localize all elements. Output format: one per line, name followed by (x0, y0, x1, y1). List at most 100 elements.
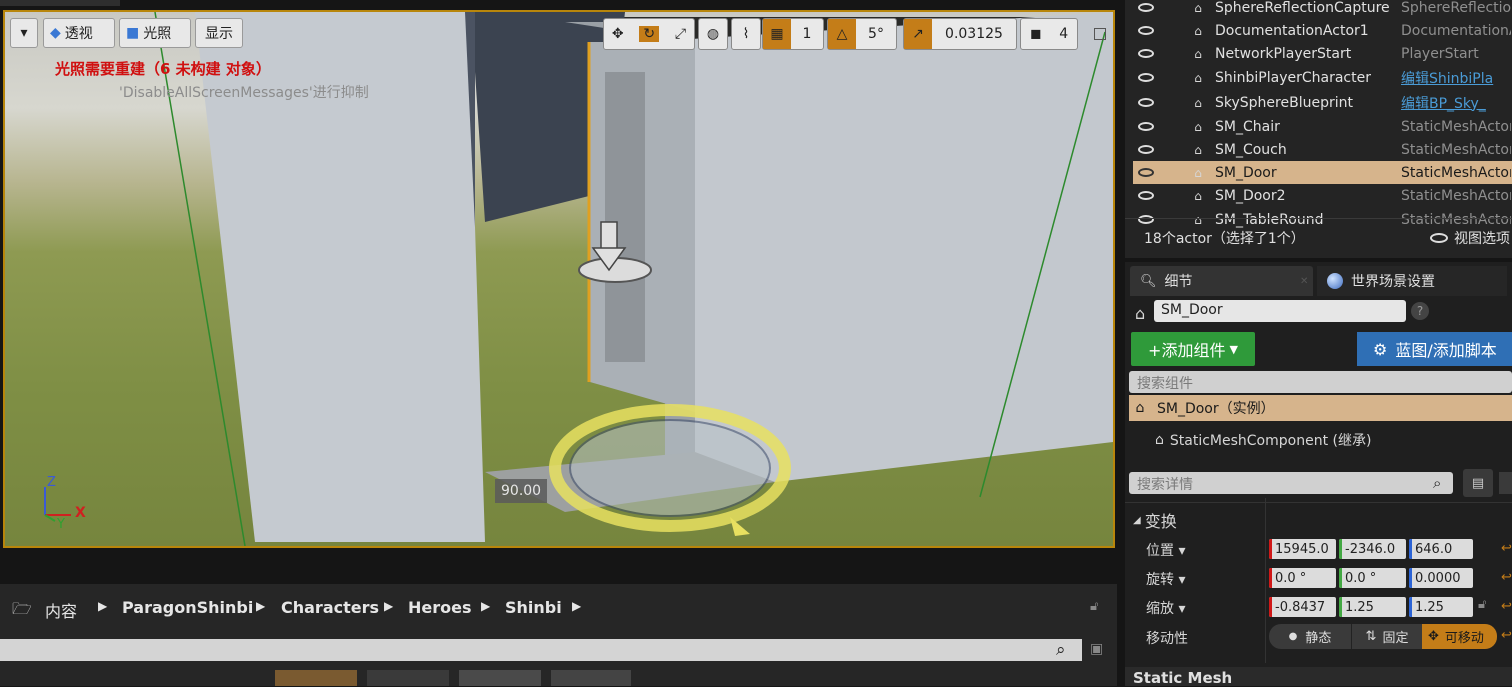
asset-thumbnail[interactable] (275, 670, 357, 686)
mobility-movable-option[interactable]: ✥ 可移动 (1422, 624, 1497, 649)
breadcrumb-separator-icon[interactable]: ▶ (384, 599, 393, 613)
component-root-row[interactable]: ⌂ SM_Door（实例） (1129, 395, 1512, 421)
surface-snap-toggle[interactable]: ⌇ (731, 18, 761, 50)
viewport-options-button[interactable]: ▾ (10, 18, 38, 48)
scale-snap-value[interactable]: 0.03125 (932, 26, 1016, 42)
edit-blueprint-link[interactable]: 编辑ShinbiPla (1401, 68, 1511, 88)
outliner-row[interactable]: ⌂ SM_Door StaticMeshActor (1133, 161, 1512, 184)
tab-world-settings[interactable]: 世界场景设置 (1317, 266, 1507, 296)
lock-scale-icon[interactable]: 🔓︎ (1478, 597, 1486, 612)
blueprint-add-script-button[interactable]: ⚙ 蓝图/添加脚本 (1357, 332, 1512, 366)
rotation-y-field[interactable]: 0.0 ° (1339, 568, 1406, 588)
camera-speed-button[interactable]: ◼ 4 (1020, 18, 1078, 50)
grid-snap-value[interactable]: 1 (791, 26, 823, 42)
location-y-field[interactable]: -2346.0 (1339, 539, 1406, 559)
visibility-eye-icon[interactable] (1133, 189, 1159, 203)
visibility-eye-icon[interactable] (1133, 96, 1159, 110)
rotation-x-field[interactable]: 0.0 ° (1269, 568, 1336, 588)
visibility-eye-icon[interactable] (1133, 166, 1159, 180)
breadcrumb-separator-icon[interactable]: ▶ (98, 599, 107, 613)
asset-thumbnail[interactable] (551, 670, 631, 686)
rotation-snap-value[interactable]: 5° (856, 26, 896, 42)
lighting-mode-button[interactable]: ■ 光照 (119, 18, 191, 48)
tab-details[interactable]: 🔍︎ 细节 ✕ (1130, 266, 1313, 296)
visibility-eye-icon[interactable] (1133, 213, 1159, 227)
rotation-label[interactable]: 旋转 ▾ (1146, 569, 1185, 589)
property-matrix-button[interactable]: ▤ (1463, 469, 1493, 497)
breadcrumb-separator-icon[interactable]: ▶ (481, 599, 490, 613)
edit-blueprint-link[interactable]: 编辑BP_Sky_ (1401, 93, 1511, 113)
surface-snap-icon: ⌇ (742, 26, 750, 42)
grid-snap-group: ▦ 1 (762, 18, 824, 50)
visibility-eye-icon[interactable] (1133, 143, 1159, 157)
search-components-input[interactable]: 搜索组件 (1129, 371, 1512, 393)
static-mesh-icon: ⌂ (1155, 432, 1164, 448)
angle-snap-icon[interactable]: △ (828, 19, 856, 49)
visibility-eye-icon[interactable] (1133, 1, 1159, 15)
maximize-viewport-icon[interactable] (1094, 28, 1106, 40)
visibility-eye-icon[interactable] (1133, 71, 1159, 85)
globe-icon: ◍ (706, 26, 720, 42)
world-local-toggle[interactable]: ◍ (698, 18, 728, 50)
outliner-row[interactable]: ⌂ SkySphereBlueprint 编辑BP_Sky_ (1133, 91, 1512, 114)
asset-thumbnail[interactable] (367, 670, 449, 686)
asset-search-input[interactable] (0, 639, 1082, 661)
transform-section-header[interactable]: ◢ 变换 (1133, 508, 1177, 532)
lock-icon[interactable]: 🔓︎ (1090, 599, 1098, 614)
outliner-row[interactable]: ⌂ SM_Couch StaticMeshActor (1133, 138, 1512, 161)
grid-snap-icon[interactable]: ▦ (763, 19, 791, 49)
details-panel: 🔍︎ 细节 ✕ 世界场景设置 ⌂ SM_Door ? +添加组件 ▼ ⚙ 蓝图/… (1125, 262, 1512, 687)
location-z-field[interactable]: 646.0 (1409, 539, 1473, 559)
add-component-button[interactable]: +添加组件 ▼ (1131, 332, 1255, 366)
translate-tool-icon[interactable]: ✥ (612, 26, 624, 42)
location-x-field[interactable]: 15945.0 (1269, 539, 1336, 559)
scale-snap-icon[interactable]: ↗ (904, 19, 932, 49)
mobility-static-option[interactable]: ● 静态 (1269, 624, 1351, 649)
visibility-eye-icon[interactable] (1133, 120, 1159, 134)
visibility-eye-icon[interactable] (1133, 47, 1159, 61)
rotate-tool-icon[interactable]: ↻ (639, 26, 660, 42)
rotation-z-field[interactable]: 0.0000 (1409, 568, 1473, 588)
reset-rotation-icon[interactable]: ↩ (1501, 570, 1512, 585)
eye-icon (1430, 233, 1448, 243)
breadcrumb-separator-icon[interactable]: ▶ (572, 599, 581, 613)
outliner-row[interactable]: ⌂ SM_Chair StaticMeshActor (1133, 115, 1512, 138)
breadcrumb-paragonshinbi[interactable]: ParagonShinbi (122, 598, 253, 617)
visibility-eye-icon[interactable] (1133, 24, 1159, 38)
outliner-row[interactable]: ⌂ ShinbiPlayerCharacter 编辑ShinbiPla (1133, 66, 1512, 89)
actor-type-icon: ⌂ (1194, 23, 1202, 38)
scale-y-field[interactable]: 1.25 (1339, 597, 1406, 617)
component-static-mesh-row[interactable]: ⌂ StaticMeshComponent (继承) (1155, 430, 1371, 450)
help-icon[interactable]: ? (1411, 302, 1429, 320)
outliner-row[interactable]: ⌂ SphereReflectionCapture SphereReflection… (1133, 0, 1512, 19)
mobility-stationary-option[interactable]: ⇅ 固定 (1351, 624, 1422, 649)
tab-close-icon[interactable]: ✕ (1300, 276, 1308, 287)
breadcrumb-heroes[interactable]: Heroes (408, 598, 472, 617)
scale-z-field[interactable]: 1.25 (1409, 597, 1473, 617)
eye-filter-button[interactable] (1499, 472, 1512, 494)
reset-scale-icon[interactable]: ↩ (1501, 599, 1512, 614)
static-mesh-section-header[interactable]: Static Mesh (1125, 667, 1512, 687)
level-viewport[interactable]: ▾ ◆ 透视 ■ 光照 显示 光照需要重建（6 未构建 对象） 'Disable… (3, 10, 1115, 548)
scale-label[interactable]: 缩放 ▾ (1146, 598, 1185, 618)
save-icon[interactable]: ▣ (1090, 641, 1103, 657)
breadcrumb-shinbi[interactable]: Shinbi (505, 598, 562, 617)
outliner-row[interactable]: ⌂ NetworkPlayerStart PlayerStart (1133, 42, 1512, 65)
breadcrumb-separator-icon[interactable]: ▶ (256, 599, 265, 613)
breadcrumb-characters[interactable]: Characters (281, 598, 379, 617)
view-options-button[interactable]: 视图选项 (1430, 228, 1510, 248)
column-splitter (1265, 498, 1266, 663)
location-label[interactable]: 位置 ▾ (1146, 540, 1185, 560)
show-menu-button[interactable]: 显示 (195, 18, 243, 48)
perspective-button[interactable]: ◆ 透视 (43, 18, 115, 48)
reset-location-icon[interactable]: ↩ (1501, 541, 1512, 556)
outliner-row[interactable]: ⌂ SM_Door2 StaticMeshActor (1133, 184, 1512, 207)
actor-name-field[interactable]: SM_Door (1154, 300, 1406, 322)
scale-x-field[interactable]: -0.8437 (1269, 597, 1336, 617)
outliner-row[interactable]: ⌂ DocumentationActor1 DocumentationActor (1133, 19, 1512, 42)
asset-thumbnail[interactable] (459, 670, 541, 686)
scale-tool-icon[interactable]: ⤢ (675, 26, 686, 42)
reset-mobility-icon[interactable]: ↩ (1501, 628, 1512, 643)
breadcrumb-root[interactable]: 内容 (45, 598, 77, 622)
search-details-input[interactable]: 搜索详情 (1129, 472, 1453, 494)
